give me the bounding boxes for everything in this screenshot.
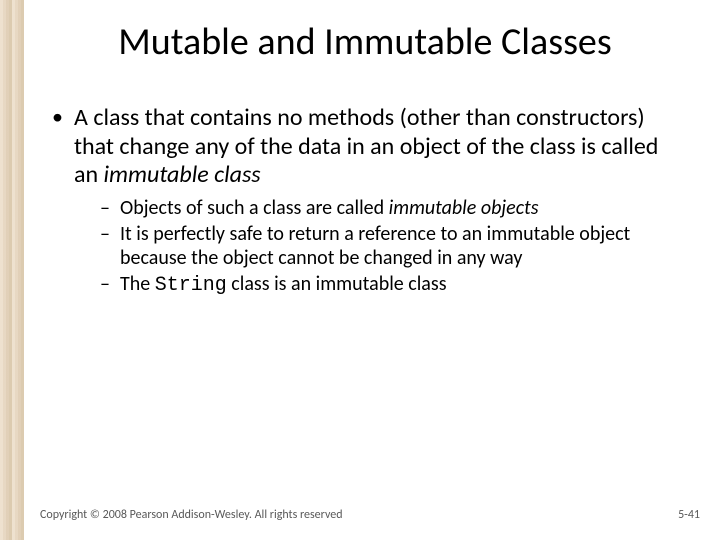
copyright-text: Copyright © 2008 Pearson Addison-Wesley.… <box>40 508 343 522</box>
sub-text: Objects of such a class are called <box>120 196 389 220</box>
bullet-item: A class that contains no methods (other … <box>50 104 680 298</box>
slide-content: Mutable and Immutable Classes A class th… <box>30 22 700 540</box>
sub-bullet-item: Objects of such a class are called immut… <box>98 196 680 220</box>
sub-text: The <box>120 272 155 296</box>
sub-italic: immutable objects <box>389 196 539 220</box>
sub-bullet-item: It is perfectly safe to return a referen… <box>98 222 680 270</box>
bullet-italic: immutable class <box>104 160 261 189</box>
slide-footer: Copyright © 2008 Pearson Addison-Wesley.… <box>40 508 700 522</box>
decorative-left-border <box>0 0 24 540</box>
sub-bullet-list: Objects of such a class are called immut… <box>74 196 680 298</box>
sub-text-post: class is an immutable class <box>227 272 447 296</box>
code-text: String <box>155 274 227 297</box>
sub-text: It is perfectly safe to return a referen… <box>120 222 630 270</box>
slide-title: Mutable and Immutable Classes <box>50 22 680 64</box>
main-bullet-list: A class that contains no methods (other … <box>30 104 700 298</box>
sub-bullet-item: The String class is an immutable class <box>98 272 680 298</box>
page-number: 5-41 <box>678 508 700 522</box>
